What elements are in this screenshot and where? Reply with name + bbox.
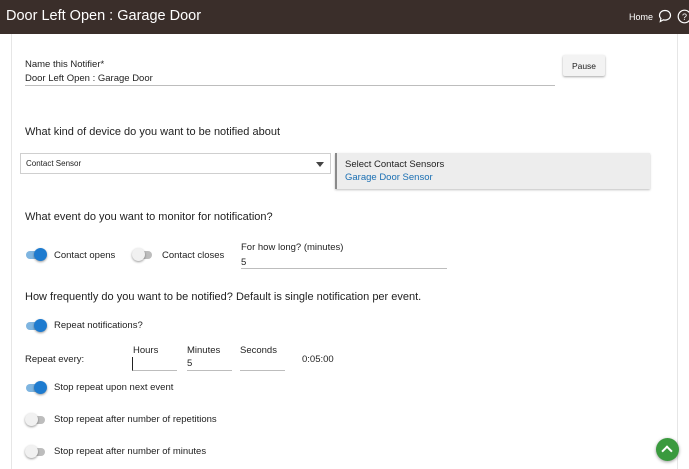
home-link[interactable]: Home bbox=[629, 12, 653, 22]
repeat-every-label: Repeat every: bbox=[25, 354, 85, 365]
name-field-label: Name this Notifier* bbox=[25, 59, 105, 70]
scroll-to-top-button[interactable] bbox=[656, 438, 679, 461]
event-question: What event do you want to monitor for no… bbox=[25, 211, 273, 223]
frequency-question: How frequently do you want to be notifie… bbox=[25, 291, 422, 303]
device-type-select[interactable]: Contact Sensor bbox=[20, 153, 331, 174]
duration-label: For how long? (minutes) bbox=[241, 242, 344, 253]
page-title: Door Left Open : Garage Door bbox=[6, 8, 202, 24]
stop-after-repetitions-label: Stop repeat after number of repetitions bbox=[54, 414, 217, 425]
contact-closes-label: Contact closes bbox=[162, 250, 225, 261]
selected-device-name[interactable]: Garage Door Sensor bbox=[345, 172, 433, 183]
pause-button[interactable]: Pause bbox=[563, 55, 605, 76]
stop-after-repetitions-toggle[interactable] bbox=[25, 413, 47, 427]
stop-after-minutes-label: Stop repeat after number of minutes bbox=[54, 446, 207, 457]
dropdown-caret-icon bbox=[316, 162, 324, 167]
device-type-selected-value: Contact Sensor bbox=[26, 159, 82, 168]
minutes-input[interactable] bbox=[187, 357, 232, 371]
seconds-input[interactable] bbox=[240, 357, 285, 371]
notifier-name-input[interactable] bbox=[25, 72, 555, 86]
device-type-question: What kind of device do you want to be no… bbox=[25, 126, 280, 138]
contact-sensor-selector[interactable]: Select Contact Sensors Garage Door Senso… bbox=[335, 153, 650, 189]
repeat-notifications-toggle[interactable] bbox=[25, 319, 47, 333]
top-app-bar: Door Left Open : Garage Door Home ? bbox=[0, 0, 689, 34]
stop-after-minutes-toggle[interactable] bbox=[25, 445, 47, 459]
hours-label: Hours bbox=[133, 345, 159, 356]
stop-next-event-label: Stop repeat upon next event bbox=[54, 382, 174, 393]
contact-opens-label: Contact opens bbox=[54, 250, 116, 261]
repeat-notifications-label: Repeat notifications? bbox=[54, 320, 143, 331]
minutes-label: Minutes bbox=[187, 345, 221, 356]
stop-next-event-toggle[interactable] bbox=[25, 381, 47, 395]
svg-text:?: ? bbox=[682, 12, 687, 22]
contact-closes-toggle[interactable] bbox=[132, 248, 154, 262]
chevron-up-icon bbox=[661, 445, 673, 457]
duration-minutes-input[interactable] bbox=[241, 256, 447, 269]
device-selector-heading: Select Contact Sensors bbox=[345, 159, 445, 170]
seconds-label: Seconds bbox=[240, 345, 277, 356]
computed-interval: 0:05:00 bbox=[302, 354, 334, 365]
hours-input[interactable] bbox=[132, 357, 177, 371]
chat-bubble-icon[interactable] bbox=[658, 9, 672, 23]
contact-opens-toggle[interactable] bbox=[25, 248, 47, 262]
help-circle-icon[interactable]: ? bbox=[677, 9, 689, 24]
